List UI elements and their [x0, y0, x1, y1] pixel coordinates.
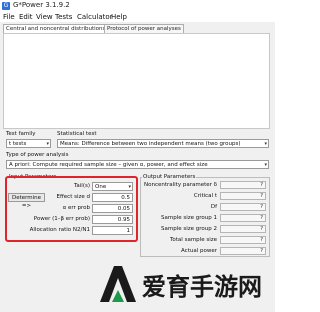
chevron-down-icon: ▾	[264, 162, 267, 168]
watermark-a-icon	[100, 266, 136, 302]
noncentrality-label: Noncentrality parameter δ	[143, 182, 217, 188]
statistical-test-select[interactable]: Means: Difference between two independen…	[57, 139, 269, 148]
menu-view[interactable]: View	[36, 13, 53, 21]
sample-size-group1-output: ?	[220, 214, 266, 222]
distribution-plot-area	[3, 33, 270, 129]
sample-size-group2-label: Sample size group 2	[160, 226, 217, 232]
window-title: G*Power 3.1.9.2	[13, 1, 70, 9]
watermark-text: 爱育手游网	[142, 273, 262, 301]
df-label: Df	[210, 204, 217, 210]
watermark-logo: 爱育手游网	[100, 266, 262, 302]
output-parameters-title: Output Parameters	[142, 174, 197, 180]
menu-calculator[interactable]: Calculator	[77, 13, 113, 21]
gpower-window: G G*Power 3.1.9.2 File Edit View Tests C…	[0, 0, 275, 312]
title-bar: G G*Power 3.1.9.2	[0, 0, 275, 12]
test-family-value: t tests	[9, 141, 27, 147]
chevron-down-icon: ▾	[46, 141, 49, 147]
statistical-test-value: Means: Difference between two independen…	[60, 141, 241, 147]
test-family-select[interactable]: t tests ▾	[6, 139, 51, 148]
input-parameters-highlight	[5, 176, 138, 242]
power-analysis-label: Type of power analysis	[6, 152, 69, 158]
power-analysis-select[interactable]: A priori: Compute required sample size –…	[6, 160, 269, 169]
sample-size-group1-label: Sample size group 1	[160, 215, 217, 221]
actual-power-label: Actual power	[181, 248, 217, 254]
gpower-app-icon: G	[2, 2, 10, 10]
chevron-down-icon: ▾	[264, 141, 267, 147]
total-sample-size-output: ?	[220, 236, 266, 244]
critical-t-label: Critical t	[193, 193, 217, 199]
test-family-label: Test family	[6, 131, 36, 137]
actual-power-output: ?	[220, 247, 266, 255]
menu-help[interactable]: Help	[111, 13, 127, 21]
menu-bar: File Edit View Tests Calculator Help	[0, 12, 275, 22]
menu-edit[interactable]: Edit	[19, 13, 33, 21]
menu-tests[interactable]: Tests	[55, 13, 72, 21]
sample-size-group2-output: ?	[220, 225, 266, 233]
noncentrality-output: ?	[220, 181, 266, 189]
power-analysis-value: A priori: Compute required sample size –…	[9, 162, 208, 168]
statistical-test-label: Statistical test	[57, 131, 97, 137]
total-sample-size-label: Total sample size	[169, 237, 217, 243]
critical-t-output: ?	[220, 192, 266, 200]
menu-file[interactable]: File	[3, 13, 15, 21]
df-output: ?	[220, 203, 266, 211]
